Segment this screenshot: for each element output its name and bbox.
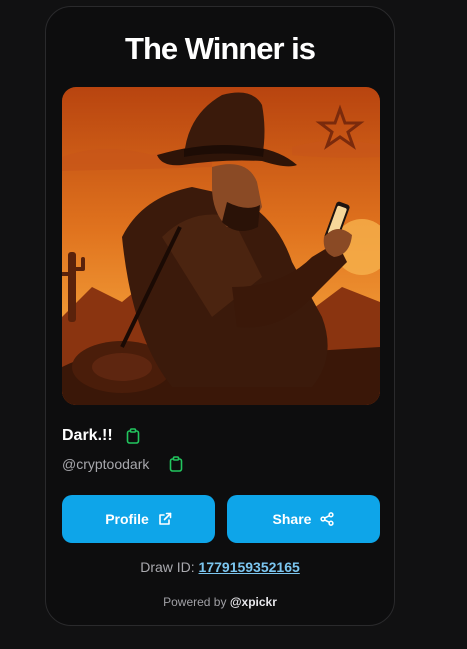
clipboard-icon[interactable] [169,456,183,472]
avatar-illustration [62,87,380,405]
share-button-label: Share [272,511,312,527]
winner-name-row: Dark.!! [62,427,140,445]
draw-id-label: Draw ID: [140,559,199,575]
draw-id-link[interactable]: 1779159352165 [199,559,300,575]
draw-id-row: Draw ID: 1779159352165 [46,559,394,575]
winner-handle-row: @cryptoodark [62,456,183,472]
card-title: The Winner is [125,31,316,66]
clipboard-icon[interactable] [126,428,140,444]
profile-button[interactable]: Profile [62,495,215,543]
external-link-icon [158,512,172,526]
winner-card: The Winner is Dark.!! @cryptoodark Profi… [45,6,395,626]
winner-avatar [62,87,380,405]
profile-button-label: Profile [105,511,149,527]
powered-by: Powered by @xpickr [46,595,394,609]
winner-handle: @cryptoodark [62,456,150,472]
share-button[interactable]: Share [227,495,380,543]
brand-handle: @xpickr [229,595,277,609]
powered-label: Powered by [163,595,230,609]
share-icon [320,512,335,526]
winner-name: Dark.!! [62,427,113,444]
